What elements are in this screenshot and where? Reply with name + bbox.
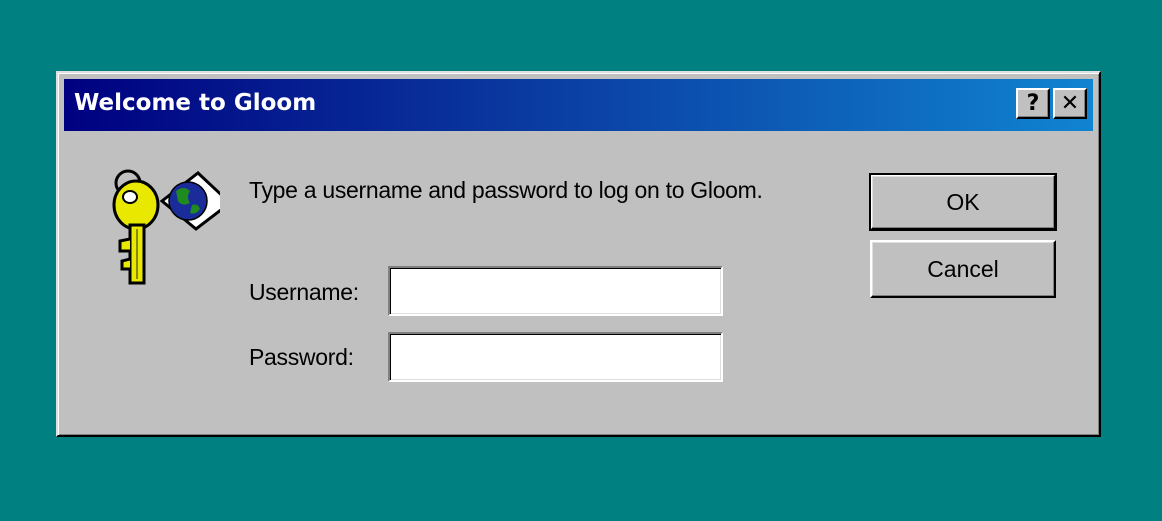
logon-prompt: Type a username and password to log on t…	[249, 177, 763, 203]
cancel-button[interactable]: Cancel	[870, 240, 1056, 298]
close-button[interactable]: ✕	[1053, 88, 1087, 119]
dialog-title: Welcome to Gloom	[74, 90, 317, 116]
ok-button[interactable]: OK	[869, 173, 1057, 231]
password-label: Password:	[249, 344, 354, 370]
key-globe-icon	[112, 169, 220, 285]
title-bar[interactable]: Welcome to Gloom ? ✕	[64, 79, 1093, 131]
help-button[interactable]: ?	[1016, 88, 1050, 119]
key-hole	[122, 190, 138, 204]
key-bow	[112, 179, 160, 231]
password-field[interactable]	[388, 332, 723, 382]
username-label: Username:	[249, 279, 359, 305]
login-dialog: Welcome to Gloom ? ✕ Type a username and…	[56, 71, 1101, 437]
username-field[interactable]	[388, 266, 723, 316]
